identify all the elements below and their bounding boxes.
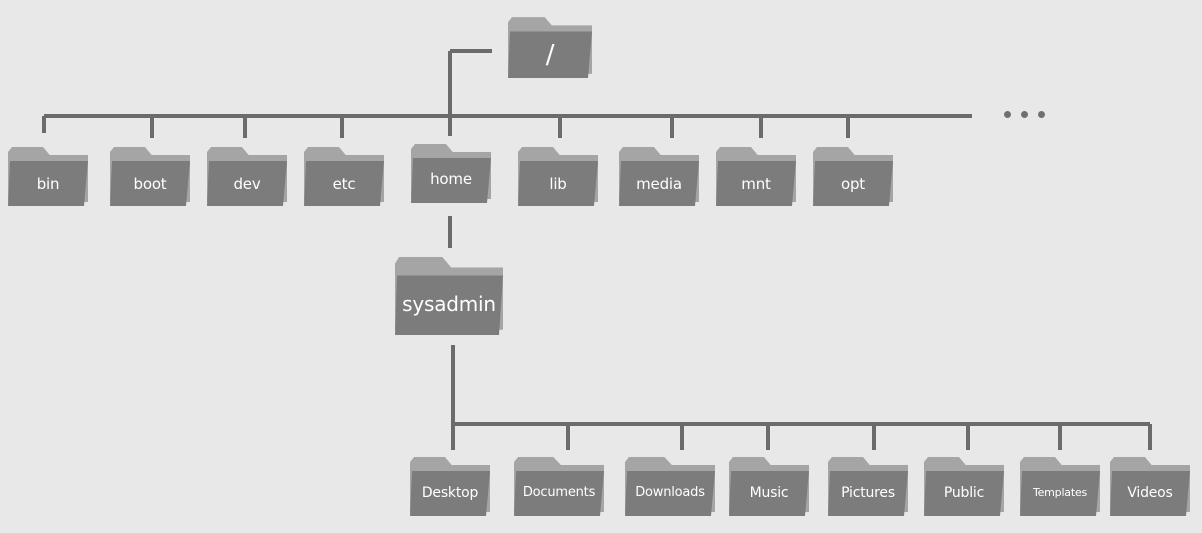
folder-sysadmin: sysadmin: [393, 253, 505, 335]
filesystem-tree-diagram: / bin boot dev etc home lib media mnt op…: [0, 0, 1202, 533]
folder-opt: opt: [811, 144, 895, 206]
folder-label: Public: [943, 485, 985, 501]
folder-documents: Documents: [512, 454, 606, 516]
folder-label: boot: [133, 175, 167, 193]
folder-label: dev: [233, 175, 261, 193]
folder-home: home: [409, 141, 493, 203]
folder-label: bin: [36, 175, 60, 193]
folder-label: sysadmin: [402, 292, 496, 316]
folder-label: Templates: [1032, 486, 1088, 499]
folder-label: etc: [332, 175, 356, 193]
more-directories-ellipsis: [1000, 110, 1050, 120]
folder-label: lib: [549, 175, 567, 193]
folder-templates: Templates: [1018, 454, 1102, 516]
folder-root: /: [506, 14, 594, 78]
folder-music: Music: [727, 454, 811, 516]
folder-public: Public: [922, 454, 1006, 516]
folder-dev: dev: [205, 144, 289, 206]
folder-label: Documents: [522, 485, 596, 500]
folder-lib: lib: [516, 144, 600, 206]
folder-downloads: Downloads: [623, 454, 717, 516]
folder-label: Desktop: [421, 485, 479, 501]
folder-etc: etc: [302, 144, 386, 206]
folder-bin: bin: [6, 144, 90, 206]
ellipsis-dot: [1004, 111, 1011, 118]
folder-mnt: mnt: [714, 144, 798, 206]
folder-boot: boot: [108, 144, 192, 206]
folder-label: mnt: [741, 175, 771, 193]
folder-label: opt: [841, 175, 865, 193]
folder-label: home: [430, 170, 472, 188]
folder-videos: Videos: [1108, 454, 1192, 516]
folder-label: /: [545, 40, 555, 70]
folder-label: Pictures: [841, 485, 895, 501]
folder-pictures: Pictures: [826, 454, 910, 516]
folder-label: Music: [749, 485, 789, 501]
folder-label: Downloads: [635, 485, 705, 500]
folder-desktop: Desktop: [408, 454, 492, 516]
folder-label: Videos: [1127, 485, 1173, 501]
folder-label: media: [636, 175, 682, 193]
ellipsis-dot: [1021, 111, 1028, 118]
folder-media: media: [617, 144, 701, 206]
ellipsis-dot: [1038, 111, 1045, 118]
